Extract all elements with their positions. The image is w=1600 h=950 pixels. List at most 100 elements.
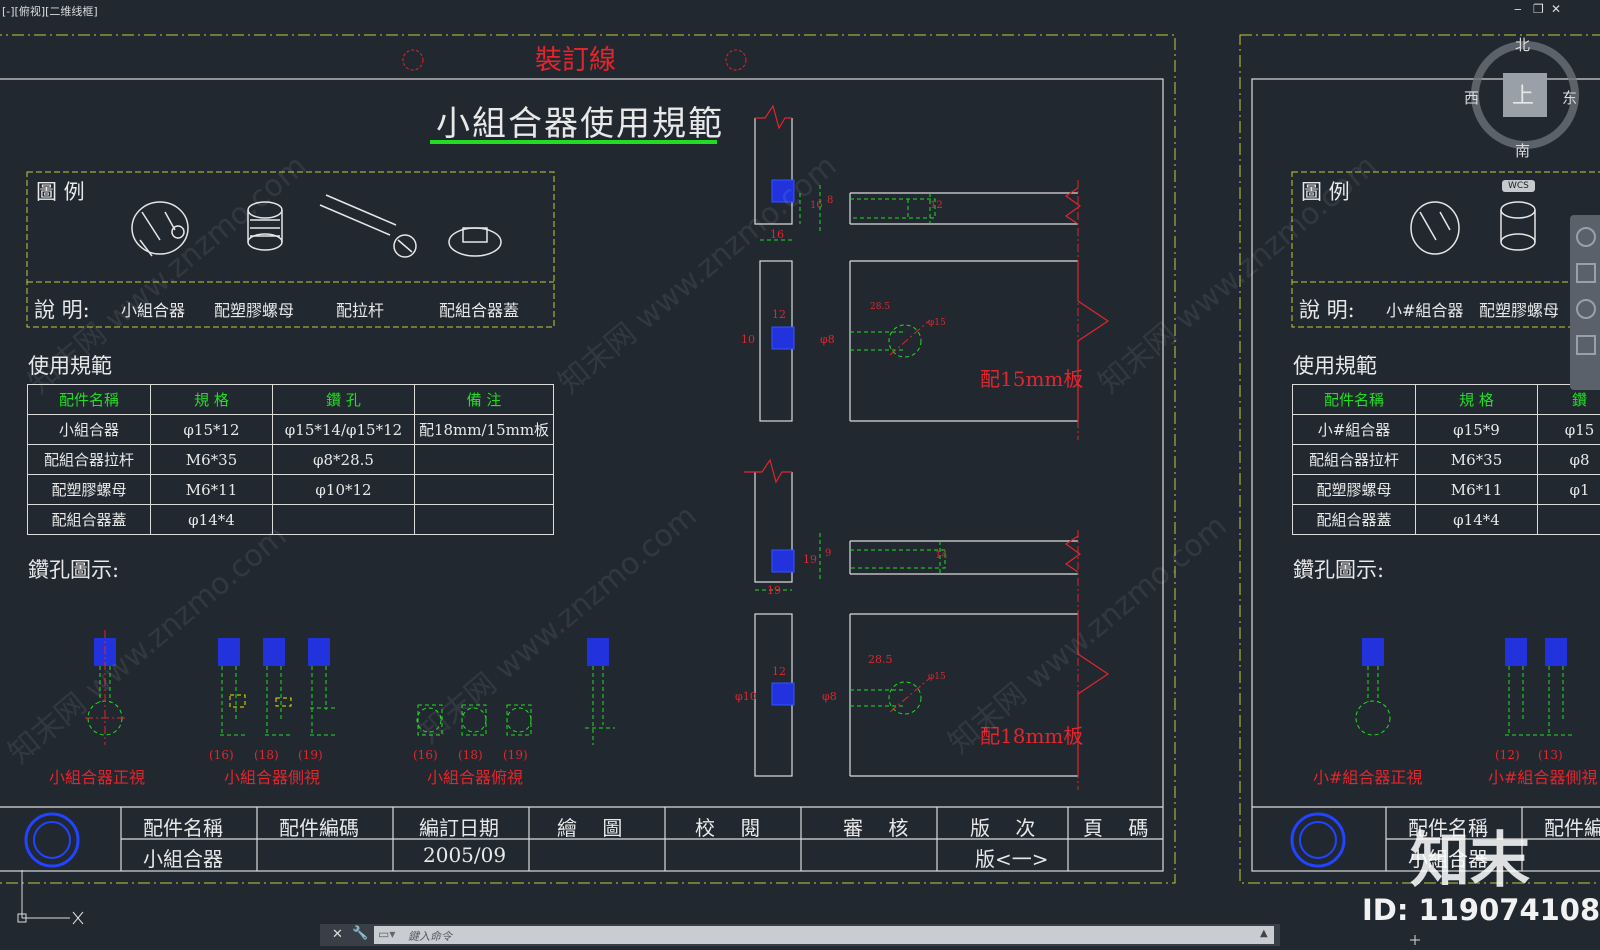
dim-label: 19 [803,553,817,566]
command-line[interactable]: ✕ 🔧 ▭▾ 鍵入命令 ▲ [320,924,1280,946]
legend-item: 配組合器蓋 [439,301,520,320]
navigation-bar[interactable] [1570,215,1600,390]
table-cell [272,504,415,535]
tb-header: 繪 圖 [557,816,623,840]
board-18-label: 配18mm板 [980,724,1084,748]
side-num: (12) [1495,748,1520,762]
legend-item: 配拉杆 [336,301,385,320]
company-logo [24,812,80,868]
binding-hole [725,49,747,71]
table-cell: M6*11 [150,474,273,505]
dim-label: 9 [825,548,832,559]
drill-views-right [1355,638,1575,736]
page-title: 小組合器使用規範 [436,104,724,144]
top-num: (18) [458,748,483,762]
front-view-label: 小組合器正視 [49,768,146,787]
side-view-label-right: 小#組合器側視 [1488,768,1598,787]
centerlines [889,180,1079,790]
bolt-icon [319,194,417,258]
dim-label: φ8 [822,690,837,703]
command-expand-icon[interactable]: ▲ [1260,928,1268,939]
table-cell: φ8 [1537,444,1600,475]
table-cell: 配塑膠螺母 [1292,474,1416,505]
plastic-nut-icon-right [1500,201,1536,251]
tb-header: 審 核 [843,816,909,840]
side-num: (13) [1538,748,1563,762]
table-row: 小#組合器 φ15*9 φ15 [1292,414,1600,445]
spec-heading-right: 使用規範 [1293,354,1377,378]
image-id-label: ID: 1190741089 [1362,893,1600,927]
dim-label: φ15 [928,672,946,682]
spec-header: 配件名稱 [27,384,151,415]
table-cell: 配組合器蓋 [1292,504,1416,535]
command-placeholder: 鍵入命令 [408,930,452,943]
drill-heading: 鑽孔圖示: [28,558,120,582]
spec-table-right: 配件名稱 規 格 鑽 小#組合器 φ15*9 φ15 配組合器拉杆 M6*35 … [1292,384,1600,535]
command-history-icon[interactable]: ▭▾ [378,927,395,941]
legend-item: 小#組合器 [1386,301,1464,320]
viewcube-top-label[interactable]: 上 [1512,78,1534,110]
viewcube[interactable]: 上 北 南 西 东 [1464,36,1580,160]
side-num: (18) [254,748,279,762]
tb-value: 2005/09 [423,843,507,867]
front-view-label-right: 小#組合器正視 [1313,768,1423,787]
table-cell: 配組合器拉杆 [1292,444,1416,475]
top-num: (16) [413,748,438,762]
zoom-icon[interactable] [1576,299,1596,319]
drill-views [85,630,615,745]
table-cell: 小#組合器 [1292,414,1416,445]
brand-watermark: 知末 [1410,826,1530,896]
table-row: 配組合器拉杆 M6*35 φ8*28.5 [27,444,554,475]
tb-header: 校 閱 [695,816,761,840]
cap-icon [448,227,502,257]
table-cell: M6*35 [150,444,273,475]
spec-header: 鑽 孔 [272,384,415,415]
viewcube-south[interactable]: 南 [1515,140,1530,161]
table-cell: 配組合器蓋 [27,504,151,535]
steering-wheel-icon[interactable] [1576,227,1596,247]
spec-header: 規 格 [150,384,273,415]
company-logo-right [1290,812,1346,868]
table-cell: 配組合器拉杆 [27,444,151,475]
table-cell: φ1 [1537,474,1600,505]
tb-value: 小組合器 [143,847,223,871]
tb-header-right: 配件編 [1544,816,1600,840]
drill-heading-right: 鑽孔圖示: [1293,558,1385,582]
cursor-icon [1410,935,1420,945]
table-row: 配組合器拉杆 M6*35 φ8 [1292,444,1600,475]
table-row: 配塑膠螺母 M6*11 φ10*12 [27,474,554,505]
table-cell: φ14*4 [150,504,273,535]
wcs-menu[interactable]: WCS [1502,180,1535,192]
table-cell: φ15 [1537,414,1600,445]
spec-heading: 使用規範 [28,354,112,378]
tb-header: 版 次 [970,816,1036,840]
top-num: (19) [503,748,528,762]
legend-desc-label-right: 說 明: [1299,298,1355,322]
table-cell [414,444,554,475]
command-input[interactable]: ▭▾ 鍵入命令 ▲ [374,926,1274,944]
table-cell: φ15*9 [1415,414,1538,445]
side-num: (19) [298,748,323,762]
dim-label: φ10 [735,690,757,703]
viewcube-west[interactable]: 西 [1464,87,1479,108]
viewcube-north[interactable]: 北 [1515,34,1530,55]
table-row: 配塑膠螺母 M6*11 φ1 [1292,474,1600,505]
dim-label: φ15 [928,318,946,328]
spec-header: 配件名稱 [1292,384,1416,415]
pan-icon[interactable] [1576,263,1596,283]
legend-item: 配塑膠螺母 [1479,301,1560,320]
table-cell: 配塑膠螺母 [27,474,151,505]
customize-wrench-icon[interactable]: 🔧 [352,926,368,941]
table-cell [1537,504,1600,535]
tb-header: 頁 碼 [1083,816,1149,840]
dim-label: 14 [935,550,948,561]
dim-label: 16 [810,200,823,211]
spec-header: 規 格 [1415,384,1538,415]
orbit-icon[interactable] [1576,335,1596,355]
close-command-icon[interactable]: ✕ [332,927,343,942]
dim-label: 12 [930,200,943,211]
spec-table: 配件名稱 規 格 鑽 孔 備 注 小組合器 φ15*12 φ15*14/φ15*… [27,384,554,535]
dim-label: 12 [772,308,786,321]
table-cell: φ15*14/φ15*12 [272,414,415,445]
viewcube-east[interactable]: 东 [1562,87,1577,108]
